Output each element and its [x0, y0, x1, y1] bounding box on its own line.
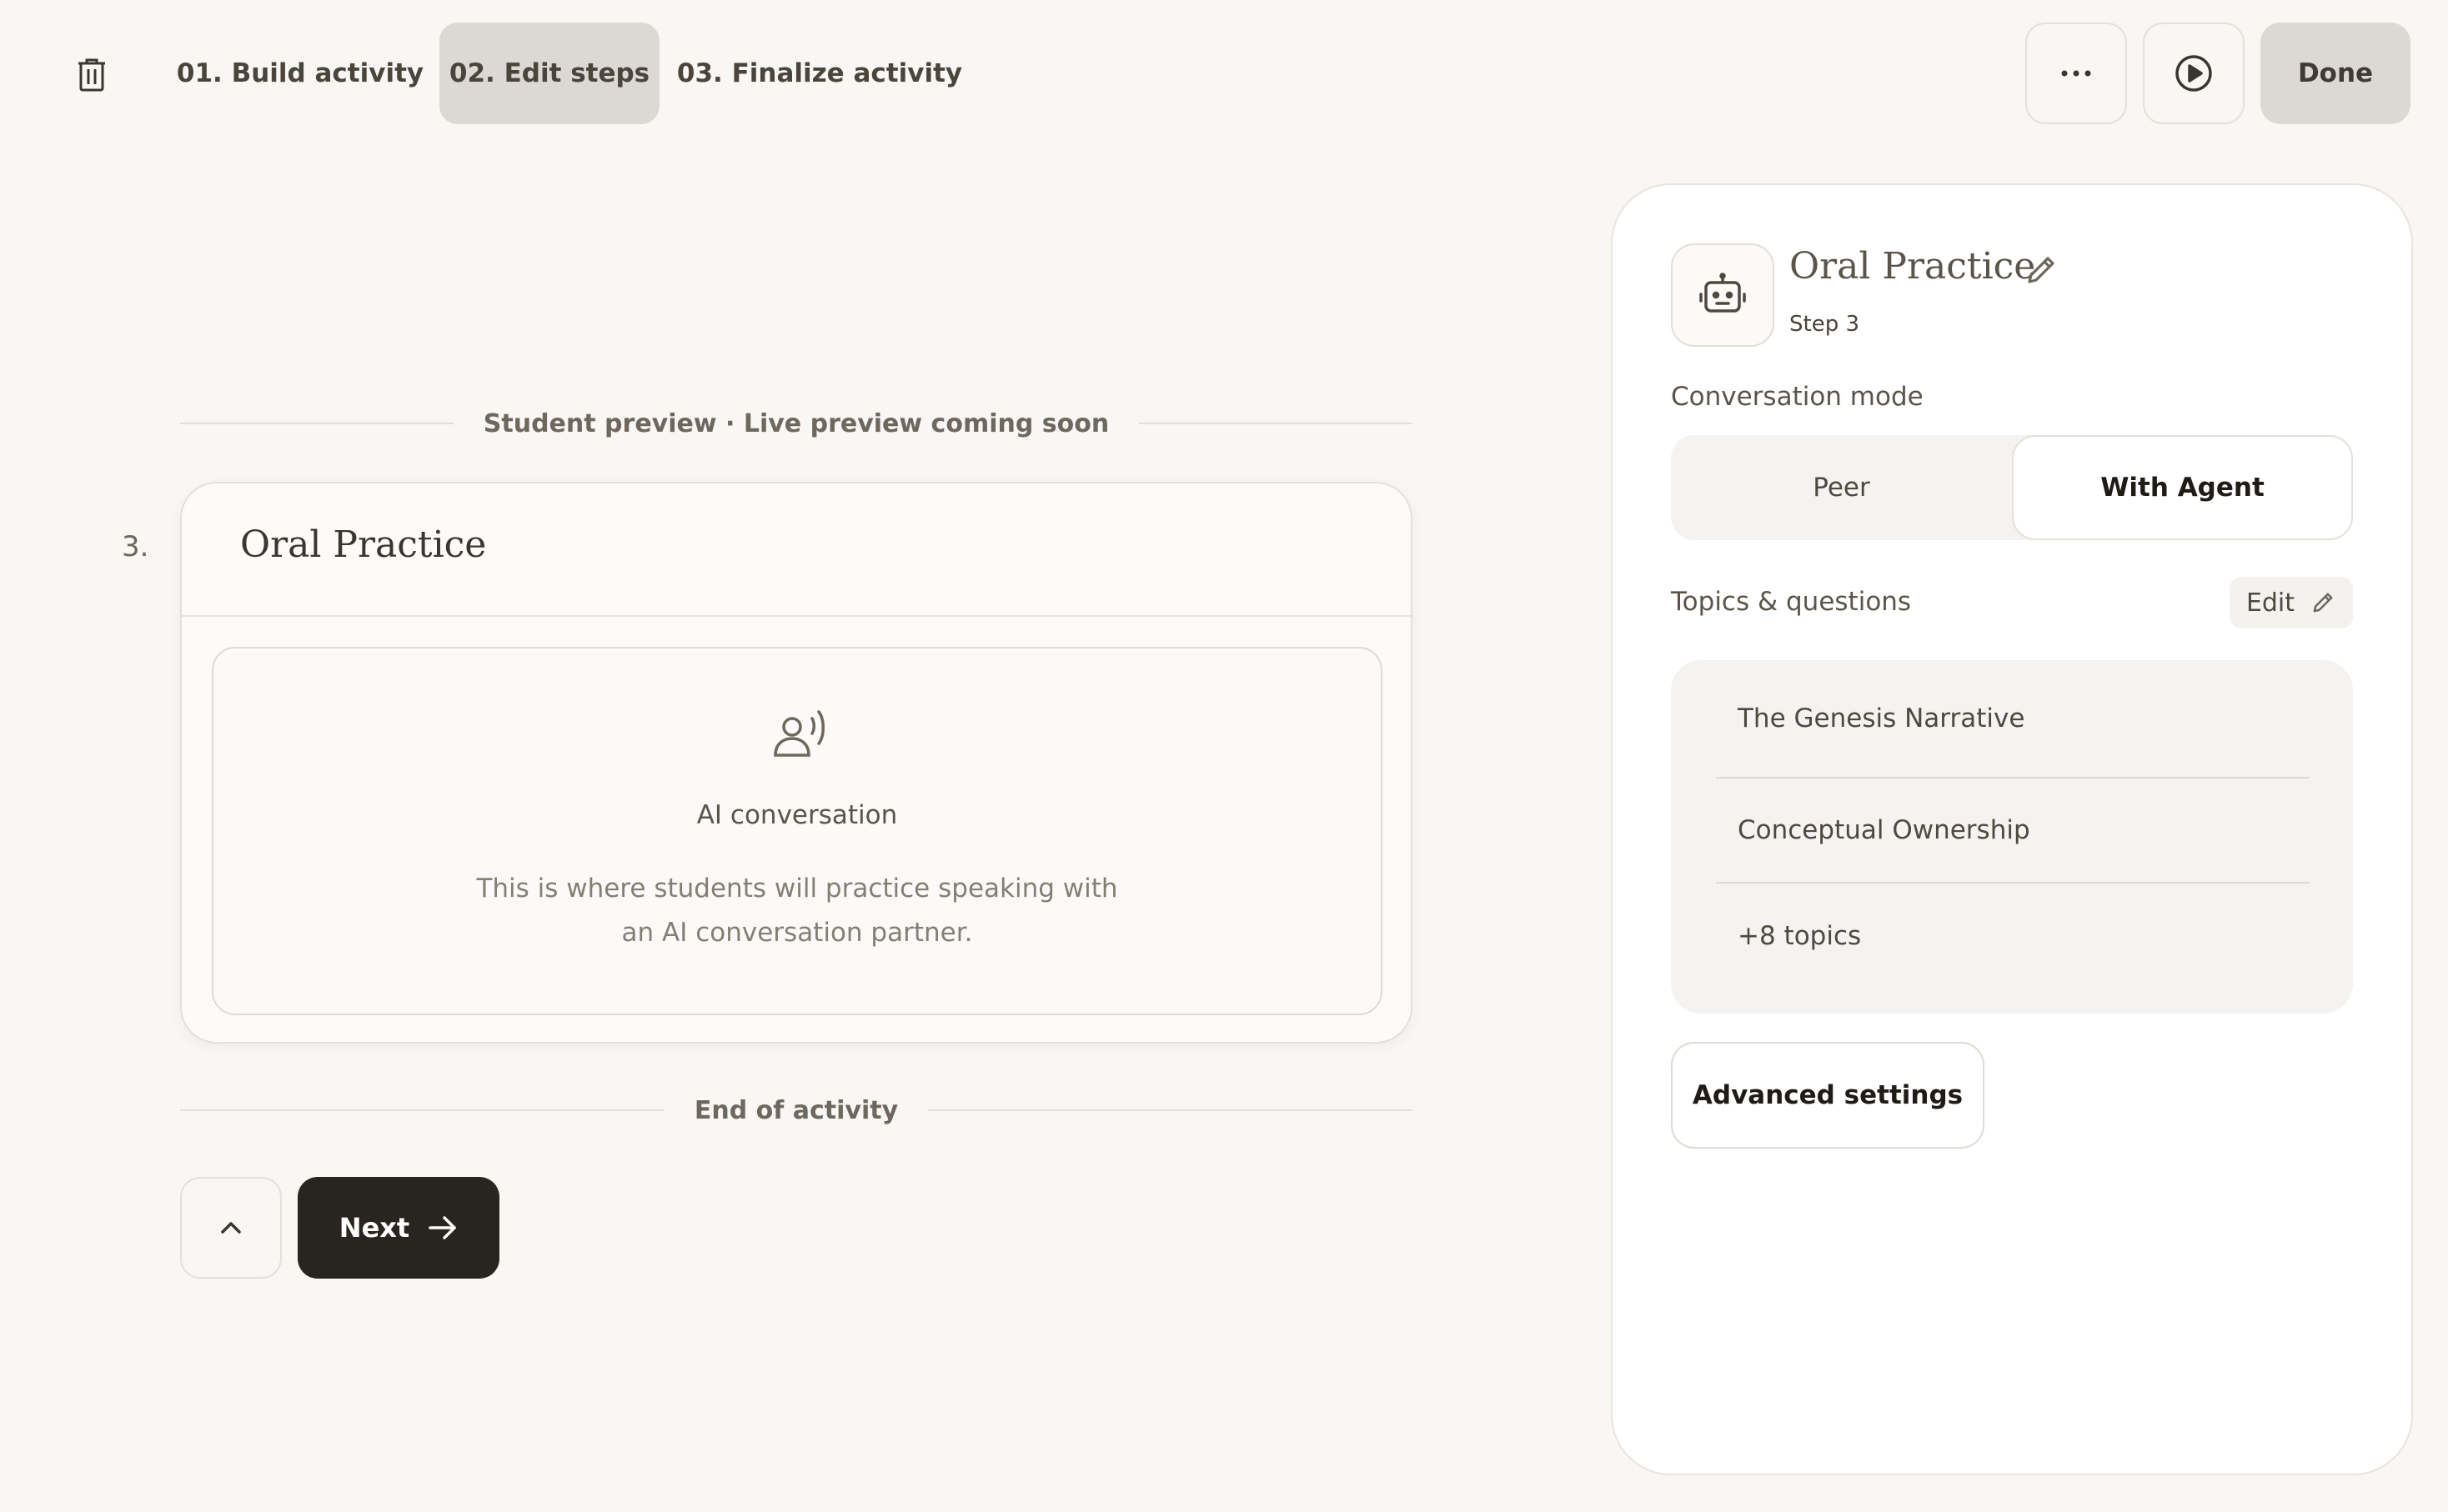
previous-step-button[interactable] [180, 1177, 282, 1279]
topic-item[interactable]: Conceptual Ownership [1716, 779, 2310, 884]
tab-edit-steps[interactable]: 02. Edit steps [439, 23, 660, 124]
conversation-mode-label: Conversation mode [1671, 382, 1924, 412]
speaking-person-icon [774, 710, 825, 757]
step-card: Oral Practice AI conversation This is wh… [180, 482, 1412, 1044]
topic-item[interactable]: The Genesis Narrative [1716, 660, 2310, 779]
robot-icon [1699, 273, 1746, 313]
panel-step-label: Step 3 [1789, 312, 1860, 337]
more-topics-link[interactable]: +8 topics [1716, 884, 2310, 989]
ai-conversation-title: AI conversation [696, 800, 898, 830]
card-divider [182, 615, 1411, 617]
end-of-activity-divider: End of activity [180, 1094, 1413, 1127]
step-number: 3. [122, 530, 149, 563]
panel-title: Oral Practice [1789, 245, 2036, 288]
agent-avatar [1671, 243, 1774, 347]
more-horizontal-icon [2061, 70, 2091, 77]
divider-line [928, 1109, 1413, 1111]
tab-build-activity[interactable]: 01. Build activity [177, 23, 424, 124]
pencil-icon[interactable] [2023, 252, 2059, 288]
divider-line [180, 423, 454, 424]
student-preview-label: Student preview · Live preview coming so… [483, 408, 1110, 438]
top-bar: 01. Build activity 02. Edit steps 03. Fi… [0, 0, 2448, 147]
more-options-button[interactable] [2025, 23, 2127, 124]
pencil-icon [2313, 593, 2333, 613]
ai-conversation-placeholder: AI conversation This is where students w… [212, 647, 1382, 1015]
topics-label: Topics & questions [1671, 587, 1912, 617]
edit-topics-button[interactable]: Edit [2230, 577, 2353, 628]
preview-play-button[interactable] [2143, 23, 2245, 124]
delete-button[interactable] [60, 43, 123, 107]
trash-icon [78, 58, 105, 92]
edit-topics-label: Edit [2245, 588, 2295, 618]
divider-line [180, 1109, 665, 1111]
divider-line [1139, 423, 1412, 424]
chevron-up-icon [221, 1222, 241, 1234]
topics-list: The Genesis Narrative Conceptual Ownersh… [1671, 660, 2353, 1014]
next-button[interactable]: Next [298, 1177, 499, 1279]
step-settings-panel: Oral Practice Step 3 Conversation mode P… [1611, 183, 2413, 1475]
arrow-right-icon [429, 1216, 456, 1239]
next-button-label: Next [339, 1212, 410, 1244]
tab-finalize-activity[interactable]: 03. Finalize activity [677, 23, 962, 124]
conversation-mode-toggle: Peer With Agent [1671, 435, 2353, 540]
play-circle-icon [2175, 55, 2212, 92]
student-preview-divider: Student preview · Live preview coming so… [180, 407, 1412, 440]
mode-option-peer[interactable]: Peer [1671, 435, 2012, 540]
ai-conversation-description: This is where students will practice spe… [476, 874, 1118, 948]
step-card-title: Oral Practice [240, 523, 487, 566]
end-of-activity-label: End of activity [694, 1095, 899, 1125]
done-button[interactable]: Done [2260, 23, 2410, 124]
mode-option-with-agent[interactable]: With Agent [2012, 435, 2353, 540]
advanced-settings-button[interactable]: Advanced settings [1671, 1042, 1984, 1149]
